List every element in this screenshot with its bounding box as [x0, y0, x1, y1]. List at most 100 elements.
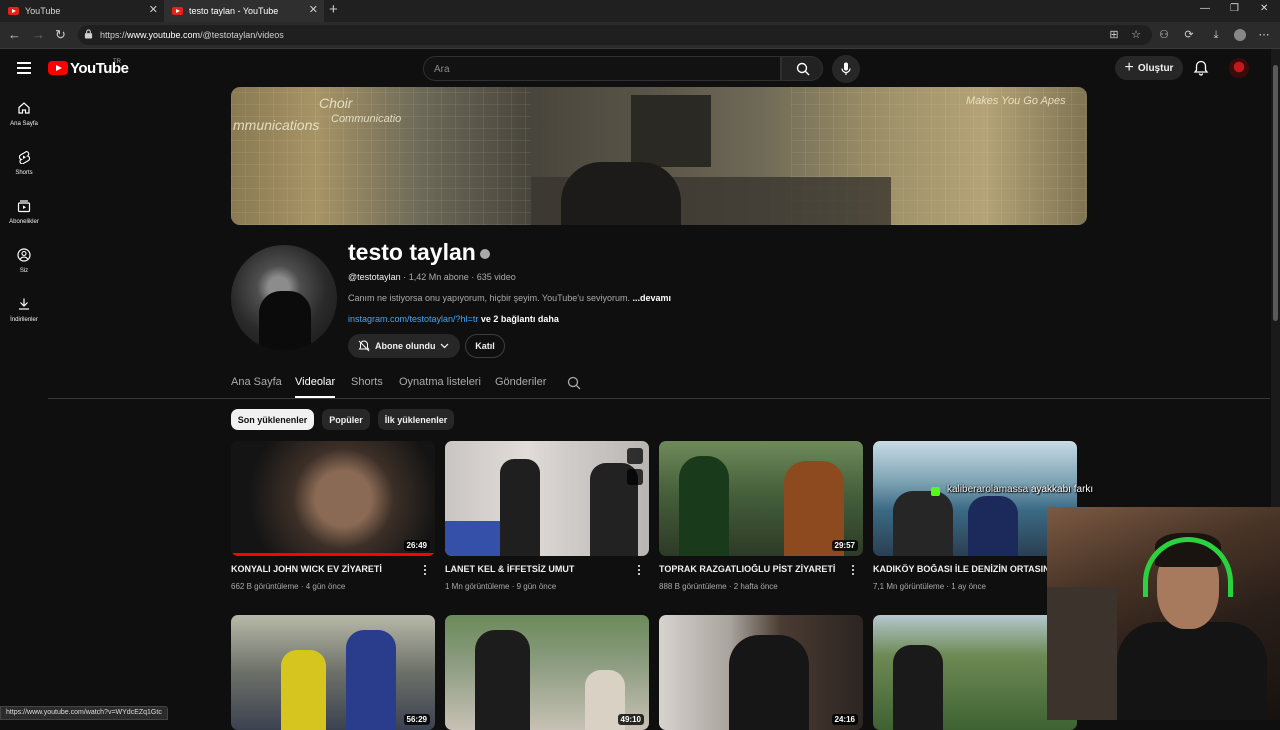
video-more-options-icon[interactable]	[638, 565, 641, 577]
video-thumbnail[interactable]: 24:16	[659, 615, 863, 730]
more-menu-icon[interactable]: ⋯	[1258, 29, 1270, 41]
video-age: 2 hafta önce	[733, 582, 778, 591]
page-scrollbar[interactable]	[1271, 49, 1280, 507]
restore-icon[interactable]: ❐	[1230, 3, 1239, 14]
extension-icon[interactable]: ⚇	[1158, 29, 1170, 41]
video-thumbnail[interactable]: 56:29	[231, 615, 435, 730]
favorite-star-icon[interactable]: ☆	[1130, 29, 1142, 41]
download-icon	[19, 298, 29, 310]
sidebar-item-you[interactable]: Siz	[0, 248, 48, 274]
forward-icon[interactable]: →	[32, 27, 45, 42]
close-tab-icon[interactable]: ✕	[149, 3, 158, 16]
video-age: 1 ay önce	[951, 582, 986, 591]
thumbnail-rider	[679, 456, 729, 556]
search-button[interactable]	[781, 56, 823, 81]
video-more-options-icon[interactable]	[852, 565, 855, 577]
video-title[interactable]: KONYALI JOHN WICK EV ZİYARETİ	[231, 564, 415, 574]
country-code: TR	[113, 59, 121, 65]
join-button[interactable]: Katıl	[465, 334, 505, 358]
channel-search-icon[interactable]	[567, 376, 581, 390]
webcam-overlay	[1047, 507, 1280, 720]
sidebar-item-label: Abonelikler	[9, 219, 39, 225]
chip-popular[interactable]: Popüler	[322, 409, 370, 430]
account-avatar[interactable]	[1229, 58, 1249, 78]
tab-posts[interactable]: Gönderiler	[495, 376, 546, 388]
tab-home[interactable]: Ana Sayfa	[231, 376, 282, 388]
video-title[interactable]: KADIKÖY BOĞASI İLE DENİZİN ORTASINDA	[873, 564, 1057, 574]
browser-tab-channel[interactable]: testo taylan - YouTube ✕	[164, 0, 324, 22]
video-card[interactable]: 56:29	[231, 615, 435, 730]
sidebar-item-subscriptions[interactable]: Abonelikler	[0, 199, 48, 225]
chat-username: kaliberarolamassa	[947, 484, 1029, 495]
video-count: 635 video	[476, 272, 516, 282]
video-card[interactable]: 26:49 KONYALI JOHN WICK EV ZİYARETİ 662 …	[231, 441, 435, 591]
add-to-queue-icon[interactable]	[627, 469, 643, 485]
create-button[interactable]: + Oluştur	[1115, 56, 1183, 80]
thumbnail-person	[893, 491, 953, 556]
chip-oldest[interactable]: İlk yüklenenler	[378, 409, 454, 430]
tab-videos[interactable]: Videolar	[295, 376, 335, 388]
subscribed-label: Abone olundu	[375, 341, 436, 351]
notifications-bell-icon[interactable]	[1193, 60, 1209, 76]
channel-description[interactable]: Canım ne istiyorsa onu yapıyorum, hiçbir…	[348, 293, 671, 303]
sidebar-item-label: Shorts	[15, 170, 33, 176]
instagram-link[interactable]: instagram.com/testotaylan/?hl=tr	[348, 314, 478, 324]
video-views: 662 B görüntüleme	[231, 582, 299, 591]
url-field[interactable]: https://www.youtube.com/@testotaylan/vid…	[78, 25, 1152, 45]
search-input[interactable]	[434, 62, 764, 76]
reload-icon[interactable]: ↻	[55, 27, 66, 43]
tab-label: testo taylan - YouTube	[189, 6, 279, 16]
video-title[interactable]: TOPRAK RAZGATLIOĞLU PİST ZİYARETİ	[659, 564, 843, 574]
chip-latest[interactable]: Son yüklenenler	[231, 409, 314, 430]
link-status-bar: https://www.youtube.com/watch?v=WYdcEZq1…	[0, 706, 168, 720]
video-thumbnail[interactable]: 26:49	[231, 441, 435, 556]
downloads-icon[interactable]: ⤓	[1210, 29, 1222, 41]
video-title[interactable]: LANET KEL & İFFETSİZ UMUT	[445, 564, 629, 574]
video-thumbnail[interactable]: 29:57	[659, 441, 863, 556]
bell-off-icon	[358, 340, 370, 352]
subscribed-button[interactable]: Abone olundu	[348, 334, 460, 358]
video-more-options-icon[interactable]	[424, 565, 427, 577]
browser-tab-youtube[interactable]: YouTube ✕	[0, 0, 164, 22]
video-card[interactable]: 29:57 TOPRAK RAZGATLIOĞLU PİST ZİYARETİ …	[659, 441, 863, 591]
hamburger-menu-icon[interactable]	[17, 62, 31, 74]
video-thumbnail[interactable]	[445, 441, 649, 556]
sidebar-item-shorts[interactable]: Shorts	[0, 150, 48, 176]
channel-name: testo taylan	[348, 239, 476, 265]
refresh-extension-icon[interactable]: ⟳	[1183, 29, 1195, 41]
webcam-background	[1047, 587, 1117, 720]
minimize-icon[interactable]: —	[1200, 3, 1210, 14]
video-card[interactable]: 49:10	[445, 615, 649, 730]
description-more-link[interactable]: ...devamı	[633, 293, 672, 303]
chat-overlay: kaliberarolamassa ayakkabı farkı	[933, 484, 1093, 495]
chat-message: ayakkabı farkı	[1030, 484, 1094, 495]
watch-later-icon[interactable]	[627, 448, 643, 464]
video-duration: 26:49	[403, 540, 430, 551]
video-card[interactable]: 24:16	[659, 615, 863, 730]
app-available-icon[interactable]: ⊞	[1108, 29, 1120, 41]
lock-icon	[84, 29, 93, 39]
sidebar-item-label: Ana Sayfa	[10, 121, 38, 127]
window-close-icon[interactable]: ✕	[1260, 3, 1268, 14]
scrollbar-thumb[interactable]	[1273, 65, 1278, 321]
video-meta: 1 Mn görüntüleme · 9 gün önce	[445, 582, 557, 591]
video-age: 4 gün önce	[305, 582, 346, 591]
thumbnail-person	[729, 635, 809, 730]
voice-search-button[interactable]	[832, 55, 860, 83]
close-tab-icon[interactable]: ✕	[309, 3, 318, 16]
back-icon[interactable]: ←	[8, 27, 21, 42]
sidebar-item-downloads[interactable]: İndirilenler	[0, 297, 48, 323]
microphone-icon	[841, 62, 851, 75]
youtube-logo-icon[interactable]	[48, 61, 68, 75]
video-card[interactable]: LANET KEL & İFFETSİZ UMUT 1 Mn görüntüle…	[445, 441, 649, 591]
video-thumbnail[interactable]: 49:10	[445, 615, 649, 730]
new-tab-icon[interactable]: +	[329, 1, 338, 18]
banner-poster-text: mmunications	[233, 117, 320, 133]
video-views: 1 Mn görüntüleme	[445, 582, 510, 591]
tab-shorts[interactable]: Shorts	[351, 376, 383, 388]
profile-avatar-icon[interactable]	[1234, 29, 1246, 41]
shorts-icon	[18, 150, 31, 164]
more-links[interactable]: ve 2 bağlantı daha	[481, 314, 559, 324]
tab-playlists[interactable]: Oynatma listeleri	[399, 376, 481, 388]
sidebar-item-home[interactable]: Ana Sayfa	[0, 101, 48, 127]
